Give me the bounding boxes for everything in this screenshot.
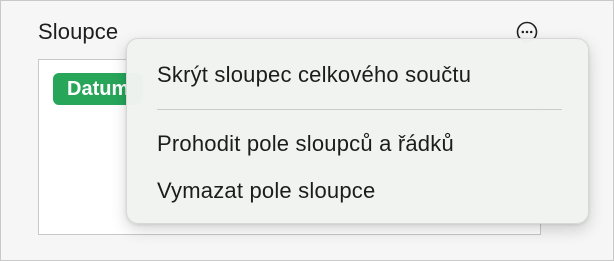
context-menu: Skrýt sloupec celkového součtu Prohodit … xyxy=(126,38,589,224)
section-title: Sloupce xyxy=(38,19,119,44)
inspector-panel: Sloupce Datum Skrýt sloupec celkového so… xyxy=(0,0,614,261)
menu-item-clear-column-fields[interactable]: Vymazat pole sloupce xyxy=(157,178,375,204)
menu-separator xyxy=(157,109,562,110)
menu-item-swap-column-row-fields[interactable]: Prohodit pole sloupců a řádků xyxy=(157,131,454,157)
menu-item-hide-grand-total-column[interactable]: Skrýt sloupec celkového součtu xyxy=(157,62,471,88)
